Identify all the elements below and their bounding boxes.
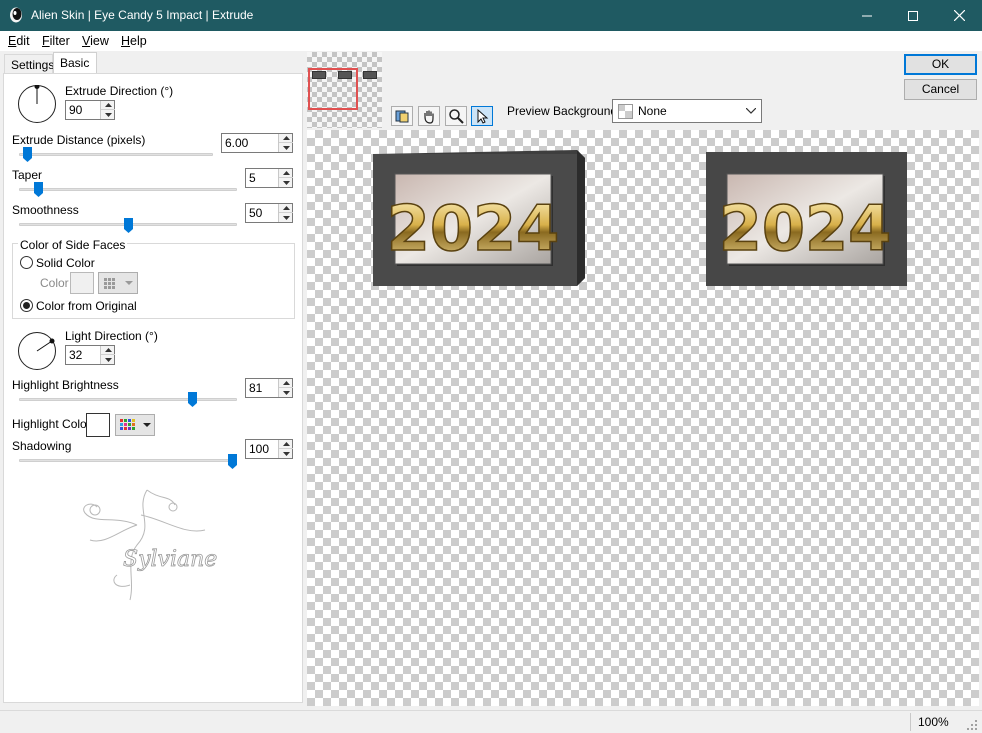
- dial-needle-icon: [34, 85, 40, 104]
- transparency-swatch-icon: [618, 104, 633, 119]
- spin-up-icon[interactable]: [279, 379, 293, 388]
- resize-grip-icon[interactable]: [966, 719, 978, 731]
- shadowing-label: Shadowing: [12, 439, 72, 453]
- alien-skin-logo-icon: [10, 7, 22, 23]
- extrude-distance-label: Extrude Distance (pixels): [12, 133, 146, 147]
- highlight-color-swatch[interactable]: [86, 413, 110, 437]
- magnifier-icon: [449, 109, 464, 124]
- shadowing-slider-thumb[interactable]: [228, 454, 237, 469]
- extrude-distance-input[interactable]: 6.00: [221, 133, 293, 153]
- title-bar: Alien Skin | Eye Candy 5 Impact | Extrud…: [0, 0, 982, 31]
- highlight-color-label: Highlight Color: [12, 417, 91, 431]
- extrude-distance-slider-track[interactable]: [19, 153, 213, 156]
- menu-help[interactable]: Help: [121, 34, 147, 48]
- side-color-palette-button[interactable]: [98, 272, 138, 294]
- highlight-color-palette-button[interactable]: [115, 414, 155, 436]
- maximize-icon: [908, 10, 918, 21]
- smoothness-label: Smoothness: [12, 203, 79, 217]
- side-color-label: Color: [40, 276, 69, 290]
- svg-text:2024: 2024: [719, 192, 892, 265]
- highlight-brightness-label: Highlight Brightness: [12, 378, 119, 392]
- minimize-icon: [862, 15, 872, 16]
- zoom-level: 100%: [918, 715, 949, 729]
- chevron-down-icon: [746, 108, 756, 114]
- ok-button[interactable]: OK: [904, 54, 977, 75]
- cancel-button[interactable]: Cancel: [904, 79, 977, 100]
- spin-down-icon[interactable]: [279, 388, 293, 397]
- compare-icon: [395, 110, 409, 123]
- svg-text:2024: 2024: [387, 192, 560, 265]
- close-icon: [953, 10, 965, 21]
- minimize-button[interactable]: [844, 0, 890, 31]
- spin-down-icon[interactable]: [279, 143, 293, 152]
- spin-up-icon[interactable]: [101, 101, 115, 110]
- palette-grid-icon: [120, 419, 151, 430]
- compare-tool-button[interactable]: [391, 106, 413, 126]
- solid-color-label: Solid Color: [36, 256, 95, 270]
- spin-down-icon[interactable]: [279, 449, 293, 458]
- dial-needle-icon: [36, 338, 55, 352]
- spin-up-icon[interactable]: [279, 440, 293, 449]
- zoom-tool-button[interactable]: [445, 106, 467, 126]
- shadowing-input[interactable]: 100: [245, 439, 293, 459]
- taper-label: Taper: [12, 168, 43, 182]
- spin-up-icon[interactable]: [279, 204, 293, 213]
- tab-basic[interactable]: Basic: [53, 52, 97, 74]
- side-color-swatch[interactable]: [70, 272, 94, 294]
- window-title: Alien Skin | Eye Candy 5 Impact | Extrud…: [31, 8, 254, 22]
- light-direction-label: Light Direction (°): [65, 329, 158, 343]
- light-direction-dial[interactable]: [18, 332, 56, 370]
- spin-down-icon[interactable]: [279, 213, 293, 222]
- hand-icon: [424, 110, 434, 124]
- spin-up-icon[interactable]: [101, 346, 115, 355]
- menu-edit[interactable]: Edit: [8, 34, 30, 48]
- menu-view[interactable]: View: [82, 34, 109, 48]
- shadowing-slider-track[interactable]: [19, 459, 237, 462]
- maximize-button[interactable]: [890, 0, 936, 31]
- extrude-direction-label: Extrude Direction (°): [65, 84, 174, 98]
- status-bar: 100%: [0, 710, 982, 733]
- light-direction-input[interactable]: 32: [65, 345, 115, 365]
- spin-up-icon[interactable]: [279, 134, 293, 143]
- menu-bar: Edit Filter View Help: [0, 31, 982, 51]
- preview-image-original: 2024: [373, 150, 586, 286]
- preview-background-select[interactable]: None: [612, 99, 762, 123]
- extruded-box-right: 2024: [706, 152, 907, 286]
- spin-down-icon[interactable]: [101, 110, 115, 119]
- menu-filter[interactable]: Filter: [42, 34, 70, 48]
- highlight-brightness-input[interactable]: 81: [245, 378, 293, 398]
- taper-input[interactable]: 5: [245, 168, 293, 188]
- color-from-original-label: Color from Original: [36, 299, 137, 313]
- spin-down-icon[interactable]: [101, 355, 115, 364]
- palette-grid-icon: [104, 278, 133, 289]
- pointer-arrow-icon: [477, 108, 489, 124]
- extrude-distance-slider-thumb[interactable]: [22, 147, 32, 162]
- flourish-icon: [83, 489, 206, 601]
- solid-color-radio[interactable]: [20, 256, 33, 269]
- pointer-tool-button[interactable]: [471, 106, 493, 126]
- highlight-brightness-slider-thumb[interactable]: [188, 392, 198, 407]
- extrude-direction-input[interactable]: 90: [65, 100, 115, 120]
- smoothness-slider-thumb[interactable]: [123, 218, 133, 233]
- sylviane-watermark: Sylviane: [75, 485, 225, 605]
- side-faces-group-title: Color of Side Faces: [18, 238, 128, 252]
- extrude-direction-dial[interactable]: [18, 85, 56, 123]
- hand-tool-button[interactable]: [418, 106, 440, 126]
- preview-image-result: 2024: [706, 150, 908, 286]
- navigator-thumb-image: [363, 71, 377, 79]
- taper-slider-track[interactable]: [19, 188, 237, 191]
- spin-down-icon[interactable]: [279, 178, 293, 187]
- smoothness-input[interactable]: 50: [245, 203, 293, 223]
- tab-settings[interactable]: Settings: [4, 54, 54, 74]
- spin-up-icon[interactable]: [279, 169, 293, 178]
- highlight-brightness-slider-track[interactable]: [19, 398, 237, 401]
- navigator-viewport-frame[interactable]: [308, 68, 358, 110]
- watermark-signature: Sylviane: [123, 547, 218, 573]
- color-from-original-radio[interactable]: [20, 299, 33, 312]
- taper-slider-thumb[interactable]: [33, 182, 43, 197]
- close-window-button[interactable]: [936, 0, 982, 31]
- extruded-box-left: 2024: [373, 150, 585, 286]
- preview-background-label: Preview Background:: [507, 104, 621, 118]
